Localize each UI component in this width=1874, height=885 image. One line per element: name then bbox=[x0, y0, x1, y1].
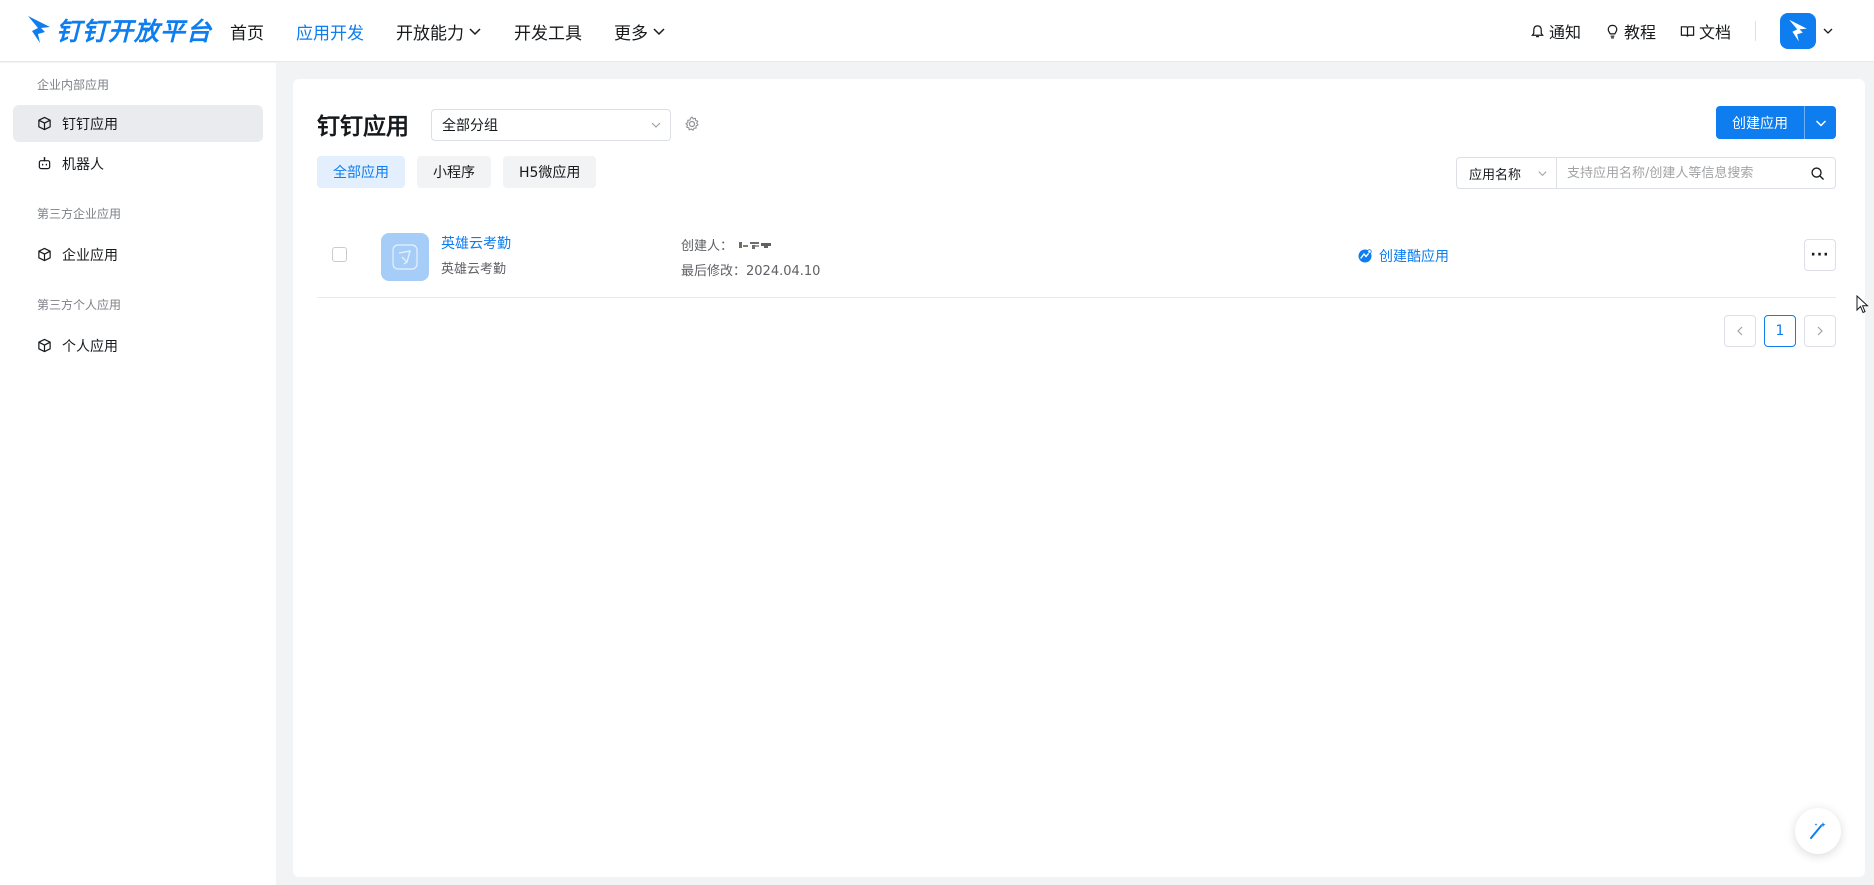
nav-more[interactable]: 更多 bbox=[614, 19, 666, 44]
sidebar-item-label: 钉钉应用 bbox=[62, 116, 118, 133]
search-input-wrap bbox=[1556, 157, 1836, 189]
app-description: 英雄云考勤 bbox=[441, 262, 507, 277]
tab-all-apps[interactable]: 全部应用 bbox=[317, 156, 405, 188]
group-select-value: 全部分组 bbox=[442, 118, 498, 134]
avatar bbox=[1780, 13, 1816, 49]
chevron-right-icon bbox=[1817, 326, 1823, 336]
chevron-down-icon bbox=[1823, 28, 1833, 34]
app-last-modified: 最后修改：2024.04.10 bbox=[681, 264, 821, 279]
cool-app-icon bbox=[1358, 249, 1372, 263]
create-app-button[interactable]: 创建应用 bbox=[1716, 106, 1804, 139]
nav-home[interactable]: 首页 bbox=[230, 19, 264, 44]
table-row: 英雄云考勤 英雄云考勤 创建人： 最后修改：2024.04.10 创建酷应用 ·… bbox=[317, 211, 1836, 298]
main-nav: 首页 应用开发 开放能力 开发工具 更多 bbox=[230, 0, 698, 62]
bulb-icon bbox=[1607, 24, 1618, 38]
chevron-down-icon bbox=[1815, 119, 1826, 127]
chevron-down-icon bbox=[651, 122, 661, 128]
nav-dev-tools[interactable]: 开发工具 bbox=[514, 19, 582, 44]
pagination: 1 bbox=[1716, 315, 1836, 347]
chevron-down-icon bbox=[653, 28, 665, 36]
divider bbox=[1755, 21, 1756, 41]
sidebar-item-personal-apps[interactable]: 个人应用 bbox=[13, 327, 263, 364]
tab-mini-program[interactable]: 小程序 bbox=[417, 156, 491, 188]
sidebar-group-title: 第三方企业应用 bbox=[37, 207, 122, 221]
sidebar-item-label: 企业应用 bbox=[62, 247, 118, 264]
nav-label: 首页 bbox=[230, 23, 264, 44]
nav-label: 开放能力 bbox=[396, 23, 464, 44]
sidebar-group-title: 企业内部应用 bbox=[37, 78, 110, 92]
tutorial-label: 教程 bbox=[1623, 23, 1656, 42]
creator-label: 创建人： bbox=[681, 239, 734, 254]
main-content: 钉钉应用 全部分组 创建应用 全部应用 小程序 H5微应用 应用名称 支持应用名… bbox=[293, 79, 1865, 877]
tutorial-link[interactable]: 教程 bbox=[1605, 19, 1656, 43]
docs-label: 文档 bbox=[1698, 23, 1731, 42]
docs-link[interactable]: 文档 bbox=[1680, 19, 1731, 43]
magic-wand-icon bbox=[1810, 822, 1826, 839]
next-page-button[interactable] bbox=[1804, 315, 1836, 347]
search-input[interactable] bbox=[1557, 158, 1835, 188]
notify-link[interactable]: 通知 bbox=[1530, 19, 1581, 43]
notify-label: 通知 bbox=[1548, 23, 1581, 42]
app-logo-icon bbox=[392, 244, 418, 270]
top-header: 钉钉开放平台 首页 应用开发 开放能力 开发工具 更多 通知 教程 文档 bbox=[0, 0, 1874, 62]
header-tools: 通知 教程 文档 bbox=[1506, 0, 1834, 62]
more-actions-button[interactable]: ··· bbox=[1804, 239, 1836, 271]
chevron-left-icon bbox=[1737, 326, 1743, 336]
nav-label: 应用开发 bbox=[296, 23, 364, 44]
bell-icon bbox=[1531, 24, 1544, 37]
dingtalk-logo[interactable]: 钉钉开放平台 bbox=[26, 12, 212, 48]
logo-text: 钉钉开放平台 bbox=[56, 17, 213, 46]
create-app-button-group: 创建应用 bbox=[1716, 106, 1836, 139]
nav-label: 开发工具 bbox=[514, 23, 582, 44]
app-creator: 创建人： bbox=[681, 235, 783, 254]
sidebar-item-dingtalk-apps[interactable]: 钉钉应用 bbox=[13, 105, 263, 142]
creator-name-mosaic bbox=[739, 241, 772, 249]
sidebar-item-enterprise-apps[interactable]: 企业应用 bbox=[13, 236, 263, 273]
cube-icon bbox=[38, 116, 51, 131]
page-number-button[interactable]: 1 bbox=[1764, 315, 1796, 347]
cube-icon bbox=[38, 338, 51, 353]
app-name-link[interactable]: 英雄云考勤 bbox=[441, 233, 511, 253]
nav-label: 更多 bbox=[614, 23, 648, 44]
ai-assistant-button[interactable] bbox=[1795, 808, 1841, 854]
chevron-down-icon bbox=[469, 28, 481, 36]
sidebar-group-title: 第三方个人应用 bbox=[37, 298, 122, 312]
sidebar-item-label: 个人应用 bbox=[62, 338, 118, 355]
create-cool-app-link[interactable]: 创建酷应用 bbox=[1357, 246, 1449, 266]
cool-app-label: 创建酷应用 bbox=[1379, 249, 1449, 265]
app-type-tabs: 全部应用 小程序 H5微应用 bbox=[317, 156, 608, 188]
sidebar-item-label: 机器人 bbox=[62, 156, 104, 173]
nav-open-capability[interactable]: 开放能力 bbox=[396, 19, 482, 44]
page-title: 钉钉应用 bbox=[317, 113, 409, 140]
robot-icon bbox=[38, 157, 51, 170]
user-menu[interactable] bbox=[1780, 13, 1834, 49]
sidebar: 企业内部应用 钉钉应用 机器人 第三方企业应用 企业应用 第三方个人应用 个人应… bbox=[0, 63, 276, 885]
cube-icon bbox=[38, 247, 51, 262]
gear-icon[interactable] bbox=[683, 115, 701, 133]
row-checkbox[interactable] bbox=[332, 247, 347, 262]
dingtalk-bird-icon bbox=[1789, 19, 1807, 42]
search-icon[interactable] bbox=[1810, 166, 1825, 181]
search-type-value: 应用名称 bbox=[1469, 167, 1522, 183]
create-app-dropdown[interactable] bbox=[1804, 106, 1836, 139]
tab-h5-app[interactable]: H5微应用 bbox=[503, 156, 597, 188]
mouse-cursor-icon bbox=[1856, 295, 1869, 314]
search-type-select[interactable]: 应用名称 bbox=[1456, 157, 1556, 189]
app-icon[interactable] bbox=[381, 233, 429, 281]
dingtalk-bird-icon bbox=[28, 16, 50, 43]
group-select[interactable]: 全部分组 bbox=[431, 109, 671, 141]
chevron-down-icon bbox=[1538, 171, 1547, 177]
prev-page-button[interactable] bbox=[1724, 315, 1756, 347]
search-area: 应用名称 bbox=[1456, 157, 1836, 189]
sidebar-item-robot[interactable]: 机器人 bbox=[13, 145, 263, 182]
book-icon bbox=[1680, 25, 1695, 37]
nav-app-dev[interactable]: 应用开发 bbox=[296, 19, 364, 44]
